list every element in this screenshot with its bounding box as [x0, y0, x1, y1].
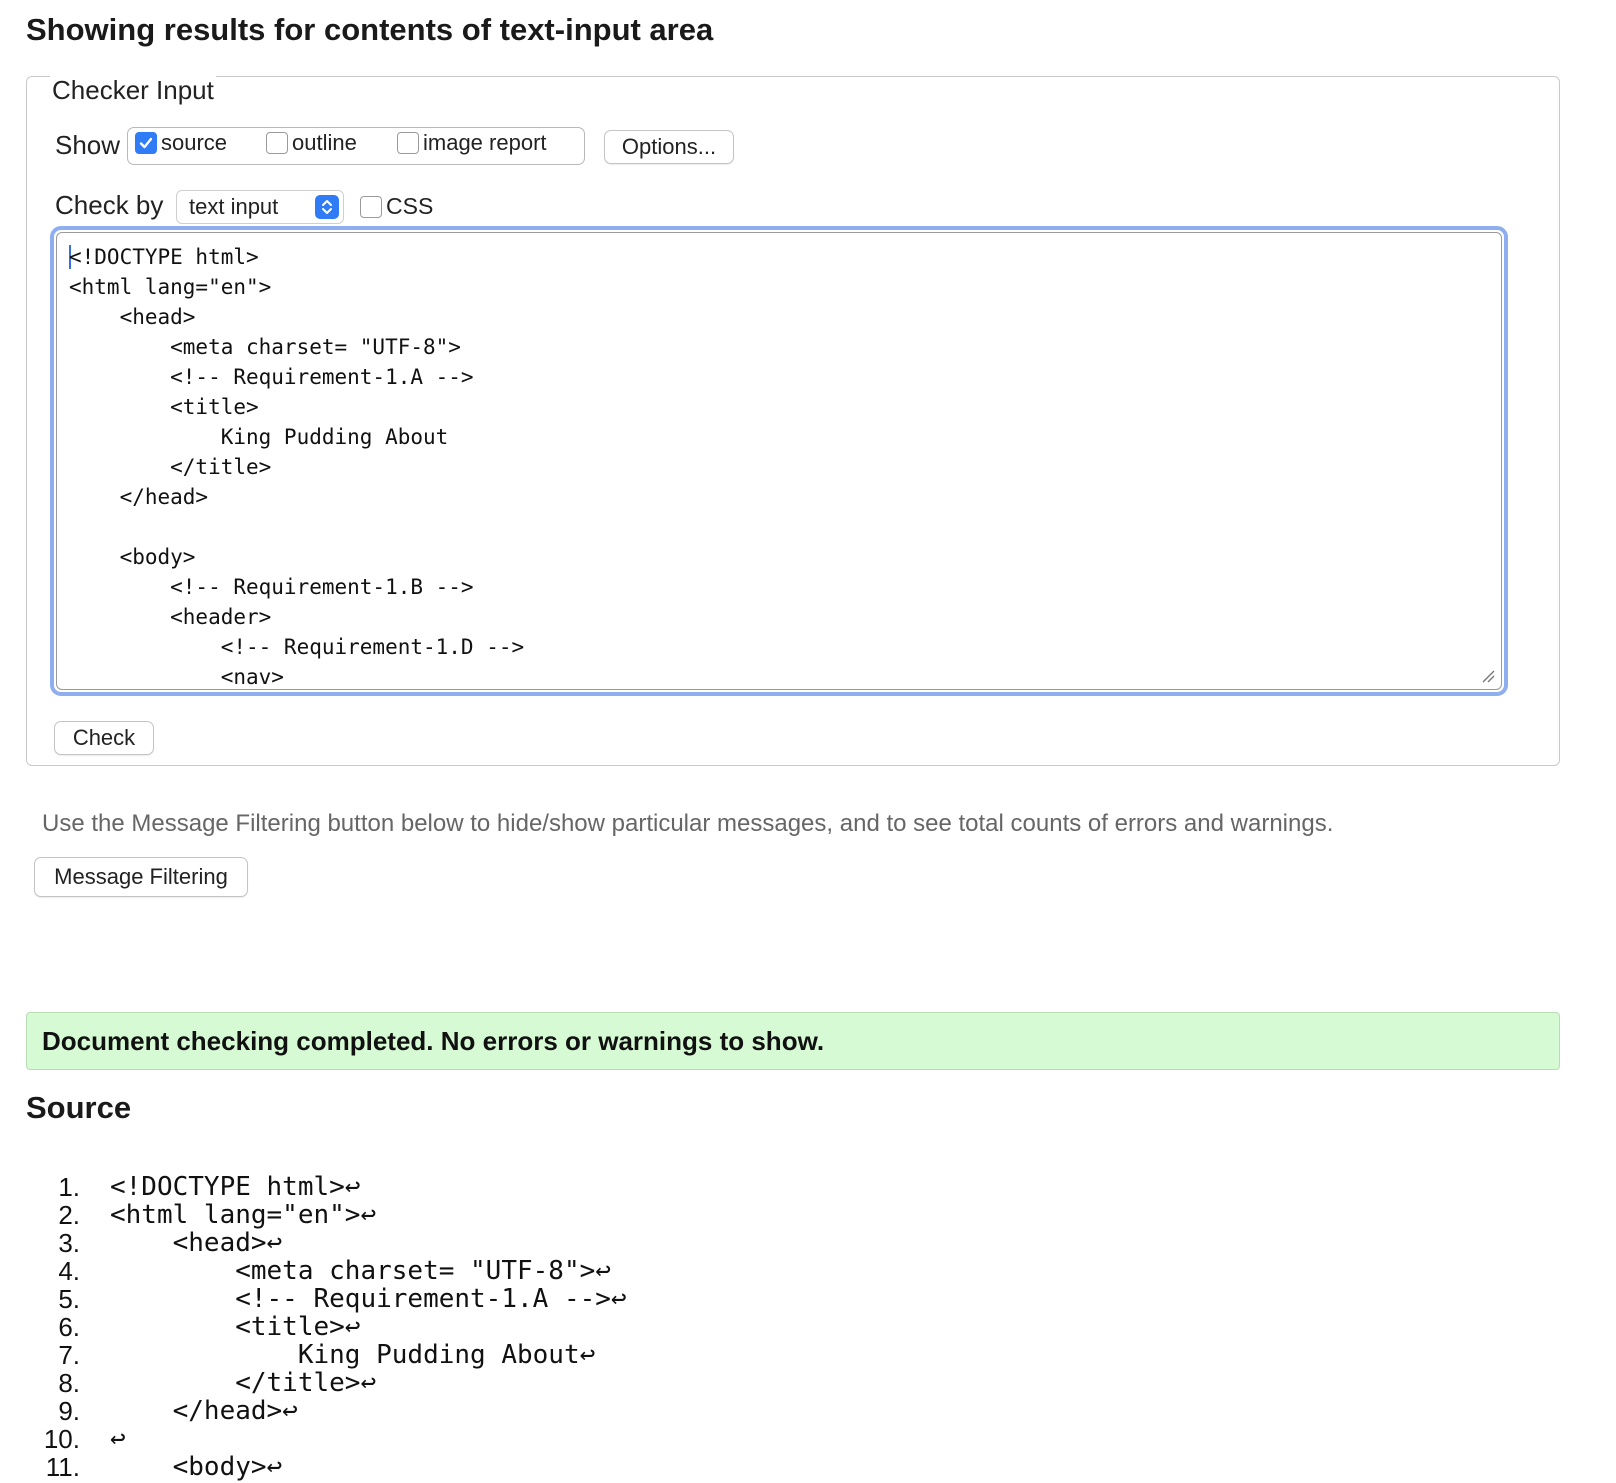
source-line: <!-- Requirement-1.A -->↩: [110, 1284, 627, 1314]
textarea-line: <body>: [69, 545, 196, 569]
line-number: 6.: [58, 1312, 80, 1342]
options-button[interactable]: Options...: [604, 130, 734, 164]
textarea-line: </head>: [69, 485, 209, 509]
source-line: <title>↩: [110, 1312, 361, 1342]
status-message: Document checking completed. No errors o…: [42, 1026, 825, 1056]
textarea-line: <head>: [69, 305, 196, 329]
message-filtering-hint: Use the Message Filtering button below t…: [42, 810, 1334, 837]
source-line: </head>↩: [110, 1396, 298, 1426]
textarea-line: <!-- Requirement-1.B -->: [69, 575, 474, 599]
line-number: 2.: [58, 1200, 80, 1230]
show-label: Show: [55, 130, 121, 160]
check-by-label: Check by: [55, 190, 164, 220]
select-arrows-icon: [315, 195, 339, 219]
css-checkbox[interactable]: [360, 196, 382, 218]
source-heading: Source: [26, 1090, 132, 1125]
line-number: 3.: [58, 1228, 80, 1258]
textarea-line: <title>: [69, 395, 259, 419]
line-number: 4.: [58, 1256, 80, 1286]
source-line: </title>↩: [110, 1368, 377, 1398]
check-by-select-value: text input: [189, 194, 279, 219]
resize-handle-icon[interactable]: [1481, 669, 1495, 683]
source-line: <!DOCTYPE html>↩: [110, 1172, 361, 1202]
source-line: <meta charset= "UTF-8">↩: [110, 1256, 611, 1286]
source-textarea[interactable]: <!DOCTYPE html> <html lang="en"> <head> …: [50, 226, 1508, 696]
source-checkbox-label[interactable]: source: [161, 130, 227, 156]
css-checkbox-label[interactable]: CSS: [386, 193, 433, 220]
textarea-line: <!-- Requirement-1.D -->: [69, 635, 525, 659]
textarea-line: <nav>: [69, 665, 284, 689]
textarea-line: <!DOCTYPE html>: [69, 245, 259, 269]
textarea-line: <meta charset= "UTF-8">: [69, 335, 461, 359]
textarea-content[interactable]: <!DOCTYPE html> <html lang="en"> <head> …: [56, 232, 1502, 690]
check-button[interactable]: Check: [54, 721, 154, 755]
status-banner: Document checking completed. No errors o…: [26, 1012, 1560, 1070]
source-checkbox[interactable]: [135, 132, 157, 154]
message-filtering-button[interactable]: Message Filtering: [34, 857, 248, 897]
image-report-checkbox-label[interactable]: image report: [423, 130, 547, 156]
checkmark-icon: [139, 137, 153, 149]
textarea-line: <header>: [69, 605, 272, 629]
source-line: <body>↩: [110, 1452, 283, 1482]
line-number: 7.: [58, 1340, 80, 1370]
source-line: King Pudding About↩: [110, 1340, 596, 1370]
line-number: 8.: [58, 1368, 80, 1398]
line-number: 5.: [58, 1284, 80, 1314]
line-number: 11.: [45, 1452, 80, 1482]
check-by-select[interactable]: text input: [176, 190, 344, 224]
source-line: <head>↩: [110, 1228, 283, 1258]
textarea-line: </title>: [69, 455, 272, 479]
source-line: ↩: [110, 1424, 126, 1454]
textarea-line: <!-- Requirement-1.A -->: [69, 365, 474, 389]
line-number: 10.: [43, 1424, 80, 1454]
checker-input-legend: Checker Input: [50, 75, 216, 106]
source-line: <html lang="en">↩: [110, 1200, 377, 1230]
textarea-line: <html lang="en">: [69, 275, 272, 299]
outline-checkbox[interactable]: [266, 132, 288, 154]
textarea-line: King Pudding About: [69, 425, 449, 449]
line-number: 9.: [58, 1396, 80, 1426]
page-title: Showing results for contents of text-inp…: [26, 12, 714, 47]
line-number: 1.: [58, 1172, 80, 1202]
outline-checkbox-label[interactable]: outline: [292, 130, 357, 156]
image-report-checkbox[interactable]: [397, 132, 419, 154]
